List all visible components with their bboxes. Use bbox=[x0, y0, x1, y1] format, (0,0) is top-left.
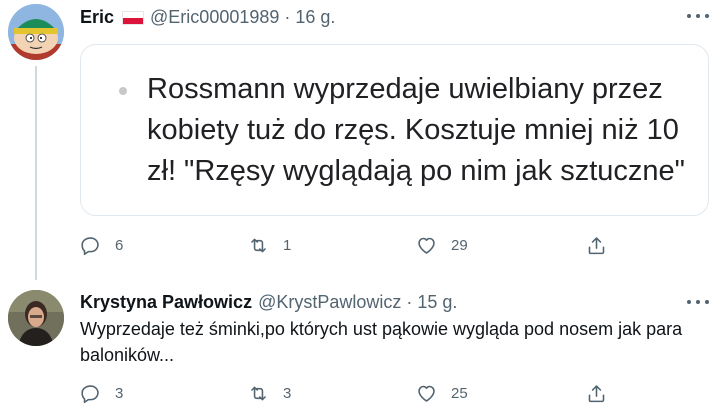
cartman-avatar-icon bbox=[8, 4, 64, 60]
reply-button[interactable]: 6 bbox=[80, 235, 123, 256]
retweet-button[interactable]: 1 bbox=[248, 235, 291, 256]
more-options-icon[interactable] bbox=[687, 297, 709, 307]
reply-icon bbox=[81, 237, 99, 256]
reply-icon bbox=[81, 385, 99, 404]
author-name[interactable]: Krystyna Pawłowicz bbox=[80, 292, 252, 313]
avatar-krystyna[interactable] bbox=[8, 290, 64, 346]
reply-count: 3 bbox=[115, 385, 124, 402]
bullet-icon bbox=[119, 87, 127, 95]
author-handle[interactable]: @Eric00001989 bbox=[150, 7, 279, 28]
card-headline: Rossmann wyprzedaje uwielbiany przez kob… bbox=[147, 73, 685, 187]
tweet-actions: 3 3 25 bbox=[80, 383, 640, 407]
like-button[interactable]: 25 bbox=[416, 383, 468, 404]
profile-photo-icon bbox=[8, 290, 64, 346]
tweet-header: Krystyna Pawłowicz @KrystPawlowicz · 15 … bbox=[80, 292, 457, 313]
avatar-eric[interactable] bbox=[8, 4, 64, 60]
retweet-count: 1 bbox=[283, 237, 292, 254]
share-button[interactable] bbox=[586, 383, 607, 404]
poland-flag-icon bbox=[122, 10, 145, 25]
retweet-icon bbox=[251, 238, 266, 253]
share-button[interactable] bbox=[586, 235, 607, 256]
tweet-header: Eric @Eric00001989 · 16 g. bbox=[80, 7, 335, 28]
like-icon bbox=[418, 237, 435, 254]
link-card[interactable]: Rossmann wyprzedaje uwielbiany przez kob… bbox=[80, 44, 709, 216]
tweet-text: Wyprzedaje też śminki,po których ust pąk… bbox=[80, 319, 683, 365]
separator-dot: · bbox=[284, 7, 291, 27]
reply-count: 6 bbox=[115, 237, 124, 254]
tweet-timestamp[interactable]: 16 g. bbox=[295, 7, 335, 28]
like-count: 29 bbox=[451, 237, 468, 254]
author-name[interactable]: Eric bbox=[80, 7, 114, 28]
like-button[interactable]: 29 bbox=[416, 235, 468, 256]
share-icon bbox=[588, 237, 605, 255]
separator-dot: · bbox=[406, 292, 413, 312]
reply-button[interactable]: 3 bbox=[80, 383, 123, 404]
retweet-icon bbox=[251, 386, 266, 401]
tweet-timestamp[interactable]: 15 g. bbox=[417, 292, 457, 313]
tweet-actions: 6 1 29 bbox=[80, 235, 640, 259]
more-options-icon[interactable] bbox=[687, 11, 709, 21]
retweet-button[interactable]: 3 bbox=[248, 383, 291, 404]
share-icon bbox=[588, 385, 605, 403]
like-count: 25 bbox=[451, 385, 468, 402]
author-handle[interactable]: @KrystPawlowicz bbox=[258, 292, 401, 313]
retweet-count: 3 bbox=[283, 385, 292, 402]
thread-connector-line bbox=[35, 66, 37, 280]
like-icon bbox=[418, 385, 435, 402]
